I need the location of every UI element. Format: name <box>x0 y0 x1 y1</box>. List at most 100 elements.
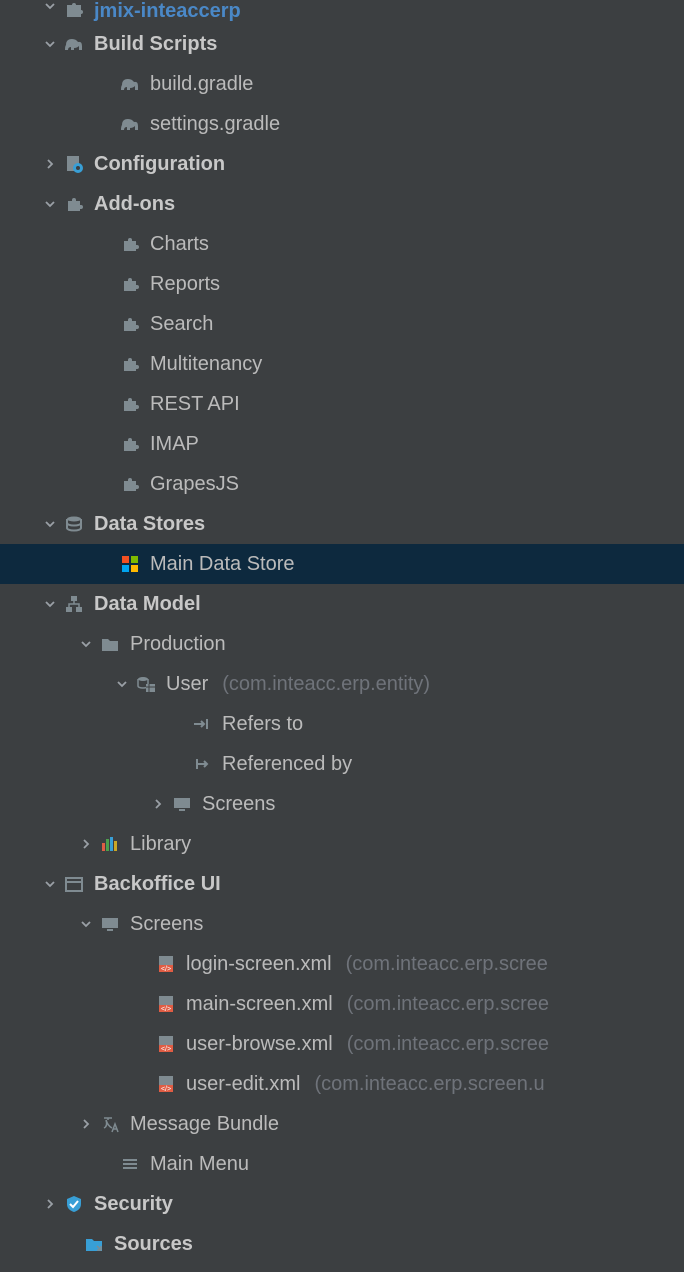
security-label: Security <box>94 1193 173 1216</box>
puzzle-icon <box>116 274 144 294</box>
data-store-label: Main Data Store <box>150 553 295 576</box>
puzzle-icon <box>60 194 88 214</box>
arrow-out-icon <box>188 756 216 772</box>
addon-item-imap[interactable]: IMAP <box>0 424 684 464</box>
addon-label: REST API <box>150 393 240 416</box>
chevron-down-icon <box>40 198 60 210</box>
sources-node[interactable]: Sources <box>0 1224 684 1264</box>
chevron-down-icon <box>40 38 60 50</box>
main-menu-node[interactable]: Main Menu <box>0 1144 684 1184</box>
screens-node[interactable]: Screens <box>0 904 684 944</box>
arrow-in-icon <box>188 716 216 732</box>
window-icon <box>60 875 88 893</box>
chevron-right-icon <box>76 838 96 850</box>
entity-icon <box>132 674 160 694</box>
chevron-right-icon <box>148 798 168 810</box>
screen-file[interactable]: </> user-edit.xml (com.inteacc.erp.scree… <box>0 1064 684 1104</box>
addon-item-grapesjs[interactable]: GrapesJS <box>0 464 684 504</box>
addons-label: Add-ons <box>94 193 175 216</box>
screen-file[interactable]: </> main-screen.xml (com.inteacc.erp.scr… <box>0 984 684 1024</box>
library-label: Library <box>130 833 191 856</box>
data-stores-node[interactable]: Data Stores <box>0 504 684 544</box>
puzzle-icon <box>116 394 144 414</box>
addons-node[interactable]: Add-ons <box>0 184 684 224</box>
build-gradle-file[interactable]: build.gradle <box>0 64 684 104</box>
file-hint: (com.inteacc.erp.scree <box>347 993 549 1016</box>
xml-icon: </> <box>152 994 180 1014</box>
addon-label: Search <box>150 313 213 336</box>
build-scripts-node[interactable]: Build Scripts <box>0 24 684 64</box>
xml-icon: </> <box>152 1074 180 1094</box>
sources-label: Sources <box>114 1233 193 1256</box>
message-bundle-label: Message Bundle <box>130 1113 279 1136</box>
file-label: build.gradle <box>150 73 253 96</box>
puzzle-icon <box>116 434 144 454</box>
addon-label: GrapesJS <box>150 473 239 496</box>
referenced-by-node[interactable]: Referenced by <box>0 744 684 784</box>
user-label: User <box>166 673 208 696</box>
addon-label: Charts <box>150 233 209 256</box>
puzzle-icon <box>116 474 144 494</box>
menu-icon <box>116 1156 144 1172</box>
file-label: login-screen.xml <box>186 953 332 976</box>
backoffice-node[interactable]: Backoffice UI <box>0 864 684 904</box>
chevron-down-icon <box>76 638 96 650</box>
config-icon <box>60 154 88 174</box>
user-screens-node[interactable]: Screens <box>0 784 684 824</box>
main-data-store[interactable]: Main Data Store <box>0 544 684 584</box>
svg-text:</>: </> <box>161 966 171 973</box>
user-entity[interactable]: User (com.inteacc.erp.entity) <box>0 664 684 704</box>
screen-file[interactable]: </> login-screen.xml (com.inteacc.erp.sc… <box>0 944 684 984</box>
refers-to-node[interactable]: Refers to <box>0 704 684 744</box>
chevron-down-icon <box>112 678 132 690</box>
puzzle-icon <box>116 314 144 334</box>
addon-item-charts[interactable]: Charts <box>0 224 684 264</box>
chevron-right-icon <box>40 158 60 170</box>
project-tree: jmix-inteaccerp Build Scripts build.grad… <box>0 0 684 1264</box>
svg-text:</>: </> <box>161 1006 171 1013</box>
main-menu-label: Main Menu <box>150 1153 249 1176</box>
folder-link-icon <box>80 1235 108 1253</box>
chevron-down-icon <box>40 0 60 12</box>
project-root[interactable]: jmix-inteaccerp <box>0 0 684 24</box>
security-node[interactable]: Security <box>0 1184 684 1224</box>
folder-icon <box>96 635 124 653</box>
addon-item-reports[interactable]: Reports <box>0 264 684 304</box>
puzzle-icon <box>116 354 144 374</box>
elephant-icon <box>60 35 88 53</box>
build-scripts-label: Build Scripts <box>94 33 217 56</box>
chevron-down-icon <box>76 918 96 930</box>
settings-gradle-file[interactable]: settings.gradle <box>0 104 684 144</box>
file-label: main-screen.xml <box>186 993 333 1016</box>
addon-item-multitenancy[interactable]: Multitenancy <box>0 344 684 384</box>
screen-file[interactable]: </> user-browse.xml (com.inteacc.erp.scr… <box>0 1024 684 1064</box>
chevron-right-icon <box>40 1198 60 1210</box>
project-name: jmix-inteaccerp <box>94 0 241 23</box>
data-model-label: Data Model <box>94 593 201 616</box>
configuration-node[interactable]: Configuration <box>0 144 684 184</box>
puzzle-icon <box>116 234 144 254</box>
addon-item-search[interactable]: Search <box>0 304 684 344</box>
elephant-icon <box>116 115 144 133</box>
file-hint: (com.inteacc.erp.scree <box>347 1033 549 1056</box>
backoffice-label: Backoffice UI <box>94 873 221 896</box>
library-node[interactable]: Library <box>0 824 684 864</box>
file-hint: (com.inteacc.erp.screen.u <box>314 1073 544 1096</box>
addon-item-restapi[interactable]: REST API <box>0 384 684 424</box>
library-icon <box>96 835 124 853</box>
referenced-by-label: Referenced by <box>222 753 352 776</box>
database-icon <box>60 514 88 534</box>
monitor-icon <box>168 795 196 813</box>
refers-to-label: Refers to <box>222 713 303 736</box>
production-label: Production <box>130 633 226 656</box>
data-model-node[interactable]: Data Model <box>0 584 684 624</box>
user-hint: (com.inteacc.erp.entity) <box>222 673 430 696</box>
elephant-icon <box>116 75 144 93</box>
chevron-down-icon <box>40 518 60 530</box>
shield-icon <box>60 1194 88 1214</box>
chevron-down-icon <box>40 878 60 890</box>
data-stores-label: Data Stores <box>94 513 205 536</box>
message-bundle-node[interactable]: Message Bundle <box>0 1104 684 1144</box>
production-folder[interactable]: Production <box>0 624 684 664</box>
chevron-right-icon <box>76 1118 96 1130</box>
